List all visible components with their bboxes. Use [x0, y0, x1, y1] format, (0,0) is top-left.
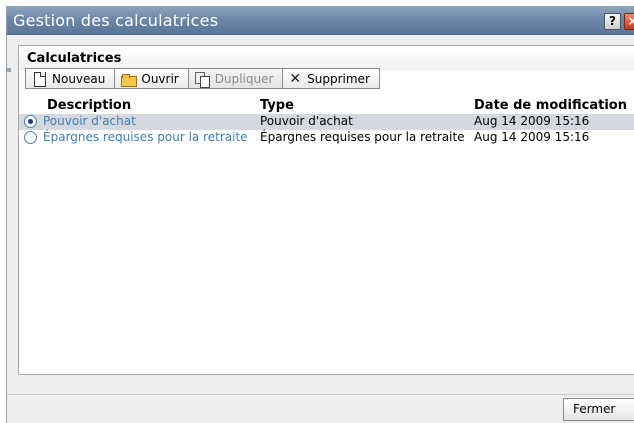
open-button[interactable]: Ouvrir	[114, 68, 188, 89]
delete-button-label: Supprimer	[307, 71, 370, 86]
row-date: Aug 14 2009 15:16	[474, 114, 590, 128]
new-document-icon	[32, 71, 46, 87]
open-folder-icon	[121, 72, 138, 87]
footer-divider	[6, 394, 634, 395]
table-header: Description Type Date de modification	[19, 98, 634, 114]
row-description-link[interactable]: Épargnes requises pour la retraite	[43, 130, 248, 144]
table-row[interactable]: Pouvoir d'achat Pouvoir d'achat Aug 14 2…	[19, 114, 634, 130]
column-header-date[interactable]: Date de modification	[474, 98, 627, 113]
row-radio-button[interactable]	[24, 131, 37, 144]
window-title: Gestion des calculatrices	[13, 11, 219, 30]
column-header-type[interactable]: Type	[260, 98, 294, 113]
open-button-label: Ouvrir	[141, 71, 179, 86]
delete-button[interactable]: ✕ Supprimer	[282, 68, 380, 89]
calculators-panel: Calculatrices Nouveau Ouvrir Dupliquer ✕…	[18, 45, 634, 375]
help-icon[interactable]: ?	[604, 13, 621, 30]
duplicate-icon	[194, 71, 210, 88]
close-icon[interactable]: ×	[624, 13, 634, 30]
title-bar[interactable]: Gestion des calculatrices ? ×	[7, 6, 634, 35]
duplicate-button[interactable]: Dupliquer	[187, 68, 283, 89]
duplicate-button-label: Dupliquer	[214, 71, 274, 86]
row-radio-button[interactable]	[24, 115, 37, 128]
panel-title: Calculatrices	[27, 51, 122, 66]
row-date: Aug 14 2009 15:16	[474, 130, 590, 144]
window-edge-marker	[7, 68, 11, 72]
new-button-label: Nouveau	[52, 71, 106, 86]
delete-x-icon: ✕	[289, 70, 302, 87]
row-type: Épargnes requises pour la retraite	[260, 130, 465, 144]
column-header-description[interactable]: Description	[47, 98, 131, 113]
row-description-link[interactable]: Pouvoir d'achat	[43, 114, 136, 128]
panel-header: Calculatrices	[19, 46, 634, 70]
new-button[interactable]: Nouveau	[25, 68, 115, 89]
row-type: Pouvoir d'achat	[260, 114, 353, 128]
close-button[interactable]: Fermer	[563, 398, 634, 421]
table-row[interactable]: Épargnes requises pour la retraite Éparg…	[19, 130, 634, 146]
toolbar: Nouveau Ouvrir Dupliquer ✕ Supprimer	[25, 68, 380, 89]
